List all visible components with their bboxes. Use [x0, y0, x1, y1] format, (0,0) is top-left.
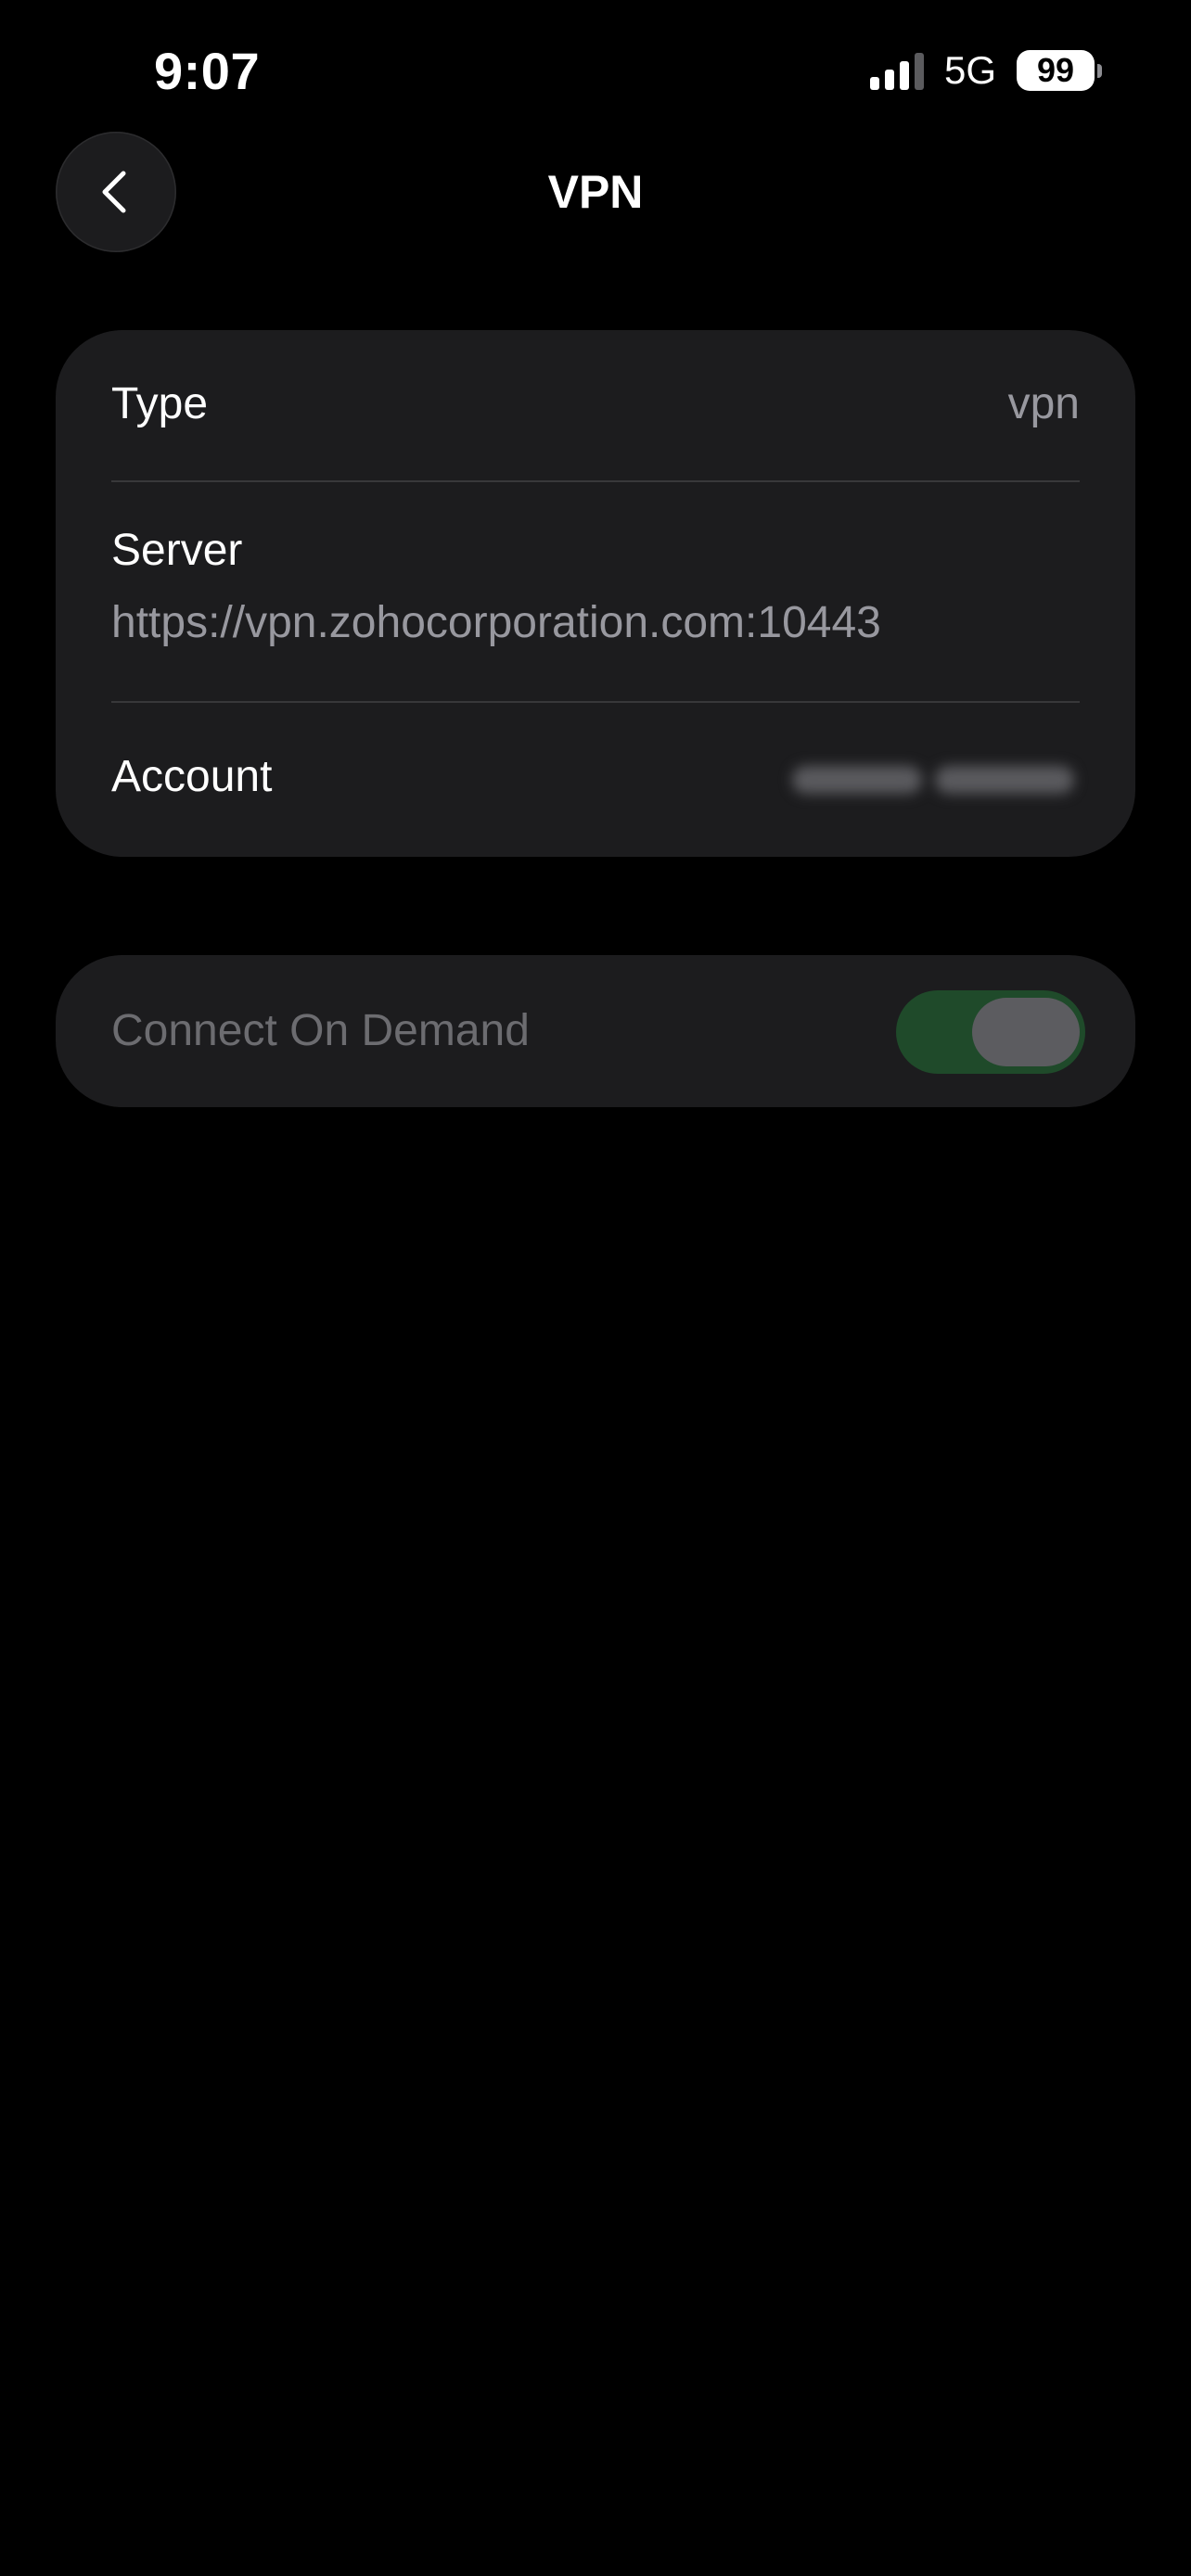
battery-icon: 99 — [1017, 50, 1102, 91]
account-value-redacted — [792, 757, 1080, 803]
network-type: 5G — [943, 48, 996, 92]
server-row: Server https://vpn.zohocorporation.com:1… — [111, 482, 1080, 701]
connect-on-demand-label: Connect On Demand — [111, 1006, 530, 1055]
status-bar: 9:07 5G 99 — [0, 0, 1191, 139]
type-row: Type vpn — [111, 330, 1080, 480]
battery-level: 99 — [1017, 50, 1095, 91]
status-indicators: 5G 99 — [869, 46, 1102, 95]
cellular-signal-icon — [869, 51, 924, 90]
type-label: Type — [111, 379, 209, 428]
status-time: 9:07 — [154, 42, 261, 100]
vpn-details-card: Type vpn Server https://vpn.zohocorporat… — [56, 330, 1135, 857]
server-value: https://vpn.zohocorporation.com:10443 — [111, 598, 881, 647]
navigation-bar: VPN — [0, 130, 1191, 252]
toggle-knob — [972, 998, 1080, 1066]
account-row: Account — [111, 703, 1080, 857]
type-value: vpn — [1007, 379, 1080, 428]
server-label: Server — [111, 526, 243, 575]
page-title: VPN — [547, 166, 644, 218]
account-label: Account — [111, 752, 273, 801]
connect-on-demand-toggle[interactable] — [896, 990, 1085, 1074]
connect-on-demand-card: Connect On Demand — [56, 955, 1135, 1107]
